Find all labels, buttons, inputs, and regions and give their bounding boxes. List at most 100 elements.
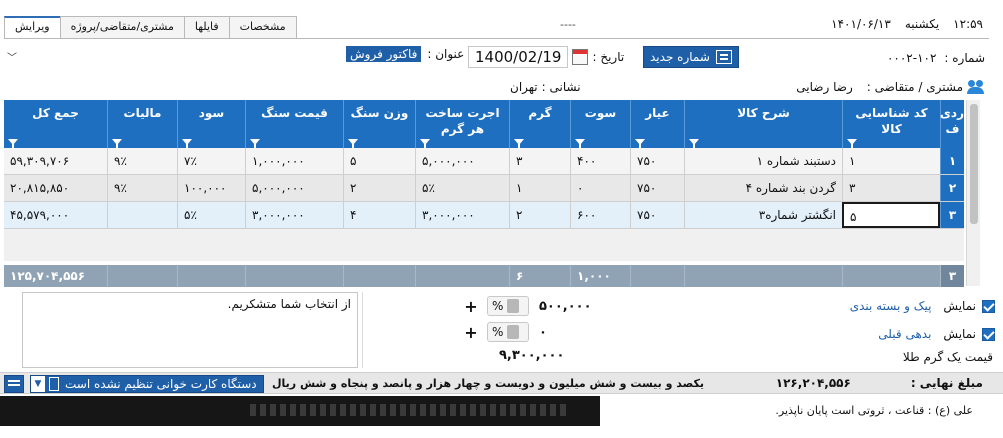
col-header-gram[interactable]: گرم — [509, 100, 570, 149]
grid-empty-area[interactable] — [4, 229, 964, 261]
percent-toggle[interactable]: % — [487, 296, 529, 316]
col-header-ayar[interactable]: عیار — [630, 100, 684, 149]
col-header-sut[interactable]: سوت — [570, 100, 630, 149]
customer-value[interactable]: رضا رضایی — [796, 80, 852, 94]
total-gram: ۶ — [509, 265, 570, 287]
cell-stone-weight[interactable]: ۲ — [343, 175, 415, 201]
cell-desc[interactable]: دستبند شماره ۱ — [684, 148, 842, 174]
card-reader-icon — [49, 377, 59, 391]
cell-tax[interactable]: ۹٪ — [107, 175, 177, 201]
cell-sut[interactable]: ۰ — [570, 175, 630, 201]
cell-stone-weight[interactable]: ۵ — [343, 148, 415, 174]
col-header-profit[interactable]: سود — [177, 100, 245, 149]
cell-total[interactable]: ۲۰,۸۱۵,۸۵۰ — [4, 175, 107, 201]
cell-ojrat[interactable]: ۵٪ — [415, 175, 509, 201]
show-packaging-checkbox[interactable] — [982, 299, 995, 313]
calendar-icon[interactable] — [572, 49, 589, 65]
col-header-ojrat[interactable]: اجرت ساخت هر گرم — [415, 100, 509, 149]
cell-sut[interactable]: ۶۰۰ — [570, 202, 630, 228]
filter-icon[interactable] — [8, 139, 18, 149]
table-row[interactable]: ۲ ۳ گردن بند شماره ۴ ۷۵۰ ۰ ۱ ۵٪ ۲ ۵,۰۰۰,… — [4, 175, 964, 202]
footer: علی (ع) : قناعت ، ثروتی است پایان ناپذیر… — [0, 396, 1003, 438]
packaging-amount[interactable]: ۵۰۰,۰۰۰ — [539, 299, 592, 314]
tab-edit[interactable]: ویرایش — [4, 16, 61, 38]
address-value[interactable]: تهران — [510, 80, 538, 94]
cell-ojrat[interactable]: ۵,۰۰۰,۰۰۰ — [415, 148, 509, 174]
list-icon[interactable] — [4, 375, 24, 393]
col-header-stone-price[interactable]: قیمت سنگ — [245, 100, 343, 149]
gold-price-value[interactable]: ۹,۳۰۰,۰۰۰ — [499, 348, 564, 363]
filter-icon[interactable] — [348, 139, 358, 149]
filter-icon[interactable] — [689, 139, 699, 149]
chevron-down-icon[interactable]: ﹀ — [4, 50, 20, 68]
cell-code[interactable]: ۳ — [842, 175, 940, 201]
cell-gram[interactable]: ۱ — [509, 175, 570, 201]
filter-icon[interactable] — [635, 139, 645, 149]
cell-gram[interactable]: ۲ — [509, 202, 570, 228]
cell-profit[interactable]: ۵٪ — [177, 202, 245, 228]
col-header-row[interactable]: ردی ف — [940, 100, 964, 148]
cell-ayar[interactable]: ۷۵۰ — [630, 148, 684, 174]
prev-debt-link[interactable]: بدهی قبلی — [878, 327, 931, 341]
table-row[interactable]: ۱ ۱ دستبند شماره ۱ ۷۵۰ ۴۰۰ ۳ ۵,۰۰۰,۰۰۰ ۵… — [4, 148, 964, 175]
tab-customer-project[interactable]: مشتری/متقاضی/پروژه — [59, 16, 185, 38]
chevron-down-icon[interactable]: ▼ — [31, 376, 45, 392]
cell-ojrat[interactable]: ۳,۰۰۰,۰۰۰ — [415, 202, 509, 228]
cell-sut[interactable]: ۴۰۰ — [570, 148, 630, 174]
cell-stone-price[interactable]: ۱,۰۰۰,۰۰۰ — [245, 148, 343, 174]
percent-toggle[interactable]: % — [487, 322, 529, 342]
tab-details[interactable]: مشخصات — [228, 16, 297, 38]
date-field[interactable]: 1400/02/19 — [468, 46, 569, 68]
prev-debt-amount[interactable]: ۰ — [539, 325, 547, 340]
cell-tax[interactable] — [107, 202, 177, 228]
cell-profit[interactable]: ۱۰۰,۰۰۰ — [177, 175, 245, 201]
grid-scrollbar[interactable] — [966, 100, 980, 286]
title-field[interactable]: فاکتور فروش — [346, 46, 422, 62]
col-header-desc[interactable]: شرح کالا — [684, 100, 842, 149]
cell-profit[interactable]: ۷٪ — [177, 148, 245, 174]
card-reader-select[interactable]: ▼ دستگاه کارت خوانی تنظیم نشده است — [30, 375, 264, 393]
plus-icon[interactable]: + — [463, 297, 479, 316]
users-icon[interactable] — [967, 80, 985, 94]
col-header-stone-weight[interactable]: وزن سنگ — [343, 100, 415, 149]
cell-code[interactable]: ۱ — [842, 148, 940, 174]
filter-icon[interactable] — [250, 139, 260, 149]
cell-ayar[interactable]: ۷۵۰ — [630, 202, 684, 228]
tab-files[interactable]: فایلها — [183, 16, 230, 38]
col-header-ayar-text: عیار — [645, 106, 670, 120]
cell-desc[interactable]: گردن بند شماره ۴ — [684, 175, 842, 201]
cell-code-editing[interactable]: ۵ — [842, 202, 940, 228]
filter-icon[interactable] — [420, 139, 430, 149]
filter-icon[interactable] — [182, 139, 192, 149]
filter-icon[interactable] — [112, 139, 122, 149]
packaging-link[interactable]: پیک و بسته بندی — [850, 299, 932, 313]
col-header-total[interactable]: جمع کل — [4, 100, 107, 149]
invoice-number-value[interactable]: ۰۰۰۲-۱۰۲ — [887, 51, 936, 65]
total-tax — [107, 265, 177, 287]
filter-icon[interactable] — [575, 139, 585, 149]
filter-icon[interactable] — [847, 139, 857, 149]
col-header-tax[interactable]: مالیات — [107, 100, 177, 149]
show-prev-debt-checkbox[interactable] — [982, 327, 995, 341]
cell-stone-price[interactable]: ۵,۰۰۰,۰۰۰ — [245, 175, 343, 201]
grid-header: ردی ف کد شناسایی کالا شرح کالا عیار سوت … — [4, 100, 964, 149]
cell-stone-weight[interactable]: ۴ — [343, 202, 415, 228]
cell-total[interactable]: ۵۹,۳۰۹,۷۰۶ — [4, 148, 107, 174]
cell-ayar[interactable]: ۷۵۰ — [630, 175, 684, 201]
col-header-sut-text: سوت — [584, 106, 617, 120]
total-profit — [177, 265, 245, 287]
cell-tax[interactable]: ۹٪ — [107, 148, 177, 174]
filter-icon[interactable] — [514, 139, 524, 149]
cell-total[interactable]: ۴۵,۵۷۹,۰۰۰ — [4, 202, 107, 228]
plus-icon[interactable]: + — [463, 323, 479, 342]
top-bar: ویرایش مشتری/متقاضی/پروژه فایلها مشخصات … — [0, 14, 1003, 38]
table-row[interactable]: ۳ ۵ انگشتر شماره۳ ۷۵۰ ۶۰۰ ۲ ۳,۰۰۰,۰۰۰ ۴ … — [4, 202, 964, 229]
cell-stone-price[interactable]: ۳,۰۰۰,۰۰۰ — [245, 202, 343, 228]
col-header-code[interactable]: کد شناسایی کالا — [842, 100, 940, 149]
new-number-button[interactable]: شماره جدید — [643, 46, 739, 68]
cell-gram[interactable]: ۳ — [509, 148, 570, 174]
total-stone-weight — [343, 265, 415, 287]
cell-desc[interactable]: انگشتر شماره۳ — [684, 202, 842, 228]
notes-textarea[interactable]: از انتخاب شما متشکریم. — [22, 292, 358, 368]
scrollbar-thumb[interactable] — [970, 104, 978, 224]
